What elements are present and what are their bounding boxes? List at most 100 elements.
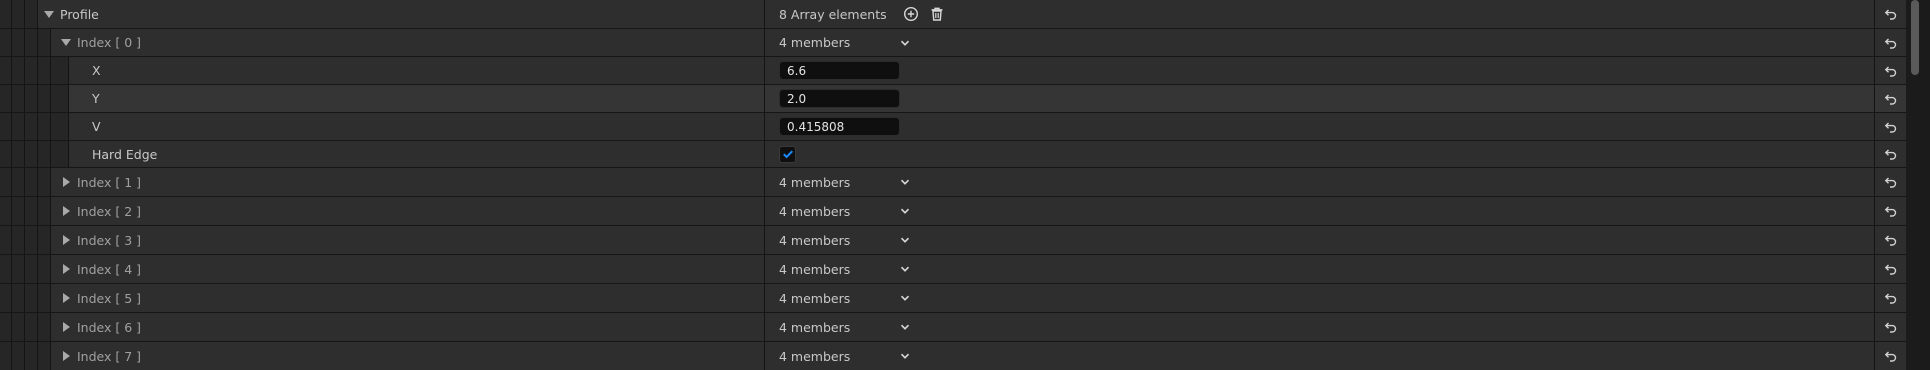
expand-arrow-icon[interactable] (59, 291, 73, 305)
expand-arrow-icon[interactable] (59, 262, 73, 276)
members-count: 4 members (779, 232, 851, 248)
index-row-6: Index [ 6 ] 4 members (0, 313, 1906, 342)
expand-arrow-icon[interactable] (59, 175, 73, 189)
indent-gutter (0, 197, 51, 225)
chevron-down-icon[interactable] (896, 260, 914, 278)
delete-all-icon[interactable] (928, 5, 946, 23)
index-4-label: Index [ 4 ] (77, 261, 142, 277)
chevron-down-icon[interactable] (896, 34, 914, 52)
details-panel: Profile 8 Array elements Index [ 0 ] 4 m… (0, 0, 1930, 370)
y-value-input[interactable] (779, 89, 900, 108)
members-count: 4 members (779, 174, 851, 190)
indent-gutter (0, 0, 38, 28)
index-7-label: Index [ 7 ] (77, 348, 142, 364)
chevron-down-icon[interactable] (896, 231, 914, 249)
index-row-5: Index [ 5 ] 4 members (0, 284, 1906, 313)
field-row-hard-edge: Hard Edge (0, 141, 1906, 168)
indent-gutter (0, 85, 69, 112)
index-1-name-cell: Index [ 1 ] (51, 168, 765, 196)
hard-edge-value-cell (765, 141, 1876, 167)
expand-arrow-icon[interactable] (59, 233, 73, 247)
expand-arrow-icon[interactable] (59, 204, 73, 218)
index-5-name-cell: Index [ 5 ] (51, 284, 765, 312)
reset-to-default-icon[interactable] (1875, 29, 1906, 56)
index-row-1: Index [ 1 ] 4 members (0, 168, 1906, 197)
y-label: Y (92, 91, 100, 106)
index-1-label: Index [ 1 ] (77, 174, 142, 190)
profile-label: Profile (60, 6, 99, 22)
indent-gutter (0, 226, 51, 254)
members-count: 4 members (779, 261, 851, 277)
x-value-input[interactable] (779, 61, 900, 80)
index-0-value-cell: 4 members (765, 29, 1876, 56)
index-3-label: Index [ 3 ] (77, 232, 142, 248)
expand-arrow-icon[interactable] (59, 320, 73, 334)
members-count: 4 members (779, 290, 851, 306)
members-count: 4 members (779, 35, 851, 50)
indent-gutter (0, 313, 51, 341)
chevron-down-icon[interactable] (896, 347, 914, 365)
profile-row: Profile 8 Array elements (0, 0, 1906, 29)
index-0-name-cell: Index [ 0 ] (51, 29, 765, 56)
v-value-input[interactable] (779, 117, 900, 136)
index-2-value-cell: 4 members (765, 197, 1876, 225)
index-0-label: Index [ 0 ] (77, 35, 142, 50)
reset-to-default-icon[interactable] (1875, 141, 1906, 167)
index-row-2: Index [ 2 ] 4 members (0, 197, 1906, 226)
expand-arrow-icon[interactable] (59, 36, 73, 50)
chevron-down-icon[interactable] (896, 289, 914, 307)
checkmark-icon (782, 150, 793, 159)
chevron-down-icon[interactable] (896, 318, 914, 336)
index-3-value-cell: 4 members (765, 226, 1876, 254)
index-6-value-cell: 4 members (765, 313, 1876, 341)
index-5-value-cell: 4 members (765, 284, 1876, 312)
reset-to-default-icon[interactable] (1875, 168, 1906, 196)
expand-arrow-icon[interactable] (42, 7, 56, 21)
array-count: 8 Array elements (779, 6, 887, 22)
reset-to-default-icon[interactable] (1875, 0, 1906, 28)
reset-to-default-icon[interactable] (1875, 255, 1906, 283)
index-1-value-cell: 4 members (765, 168, 1876, 196)
reset-to-default-icon[interactable] (1875, 226, 1906, 254)
index-row-0: Index [ 0 ] 4 members (0, 29, 1906, 57)
field-row-x: X (0, 57, 1906, 85)
index-4-name-cell: Index [ 4 ] (51, 255, 765, 283)
members-count: 4 members (779, 319, 851, 335)
index-2-name-cell: Index [ 2 ] (51, 197, 765, 225)
index-2-label: Index [ 2 ] (77, 203, 142, 219)
index-6-name-cell: Index [ 6 ] (51, 313, 765, 341)
x-value-cell (765, 57, 1876, 84)
v-name-cell: V (69, 113, 765, 140)
reset-to-default-icon[interactable] (1875, 113, 1906, 140)
index-6-label: Index [ 6 ] (77, 319, 142, 335)
reset-to-default-icon[interactable] (1875, 197, 1906, 225)
field-row-v: V (0, 113, 1906, 141)
hard-edge-checkbox[interactable] (779, 145, 796, 163)
index-7-name-cell: Index [ 7 ] (51, 342, 765, 370)
members-count: 4 members (779, 203, 851, 219)
scrollbar-thumb[interactable] (1911, 0, 1919, 75)
chevron-down-icon[interactable] (896, 173, 914, 191)
index-row-4: Index [ 4 ] 4 members (0, 255, 1906, 284)
reset-to-default-icon[interactable] (1875, 85, 1906, 112)
add-element-icon[interactable] (902, 5, 920, 23)
profile-name-cell: Profile (38, 0, 765, 28)
index-row-3: Index [ 3 ] 4 members (0, 226, 1906, 255)
reset-to-default-icon[interactable] (1875, 342, 1906, 370)
chevron-down-icon[interactable] (896, 202, 914, 220)
indent-gutter (0, 29, 51, 56)
hard-edge-label: Hard Edge (92, 146, 158, 162)
members-count: 4 members (779, 348, 851, 364)
reset-to-default-icon[interactable] (1875, 284, 1906, 312)
reset-to-default-icon[interactable] (1875, 313, 1906, 341)
index-3-name-cell: Index [ 3 ] (51, 226, 765, 254)
indent-gutter (0, 141, 69, 167)
indent-gutter (0, 284, 51, 312)
hard-edge-name-cell: Hard Edge (69, 141, 765, 167)
index-row-7: Index [ 7 ] 4 members (0, 342, 1906, 370)
reset-to-default-icon[interactable] (1875, 57, 1906, 84)
index-7-value-cell: 4 members (765, 342, 1876, 370)
x-name-cell: X (69, 57, 765, 84)
y-value-cell (765, 85, 1876, 112)
expand-arrow-icon[interactable] (59, 349, 73, 363)
